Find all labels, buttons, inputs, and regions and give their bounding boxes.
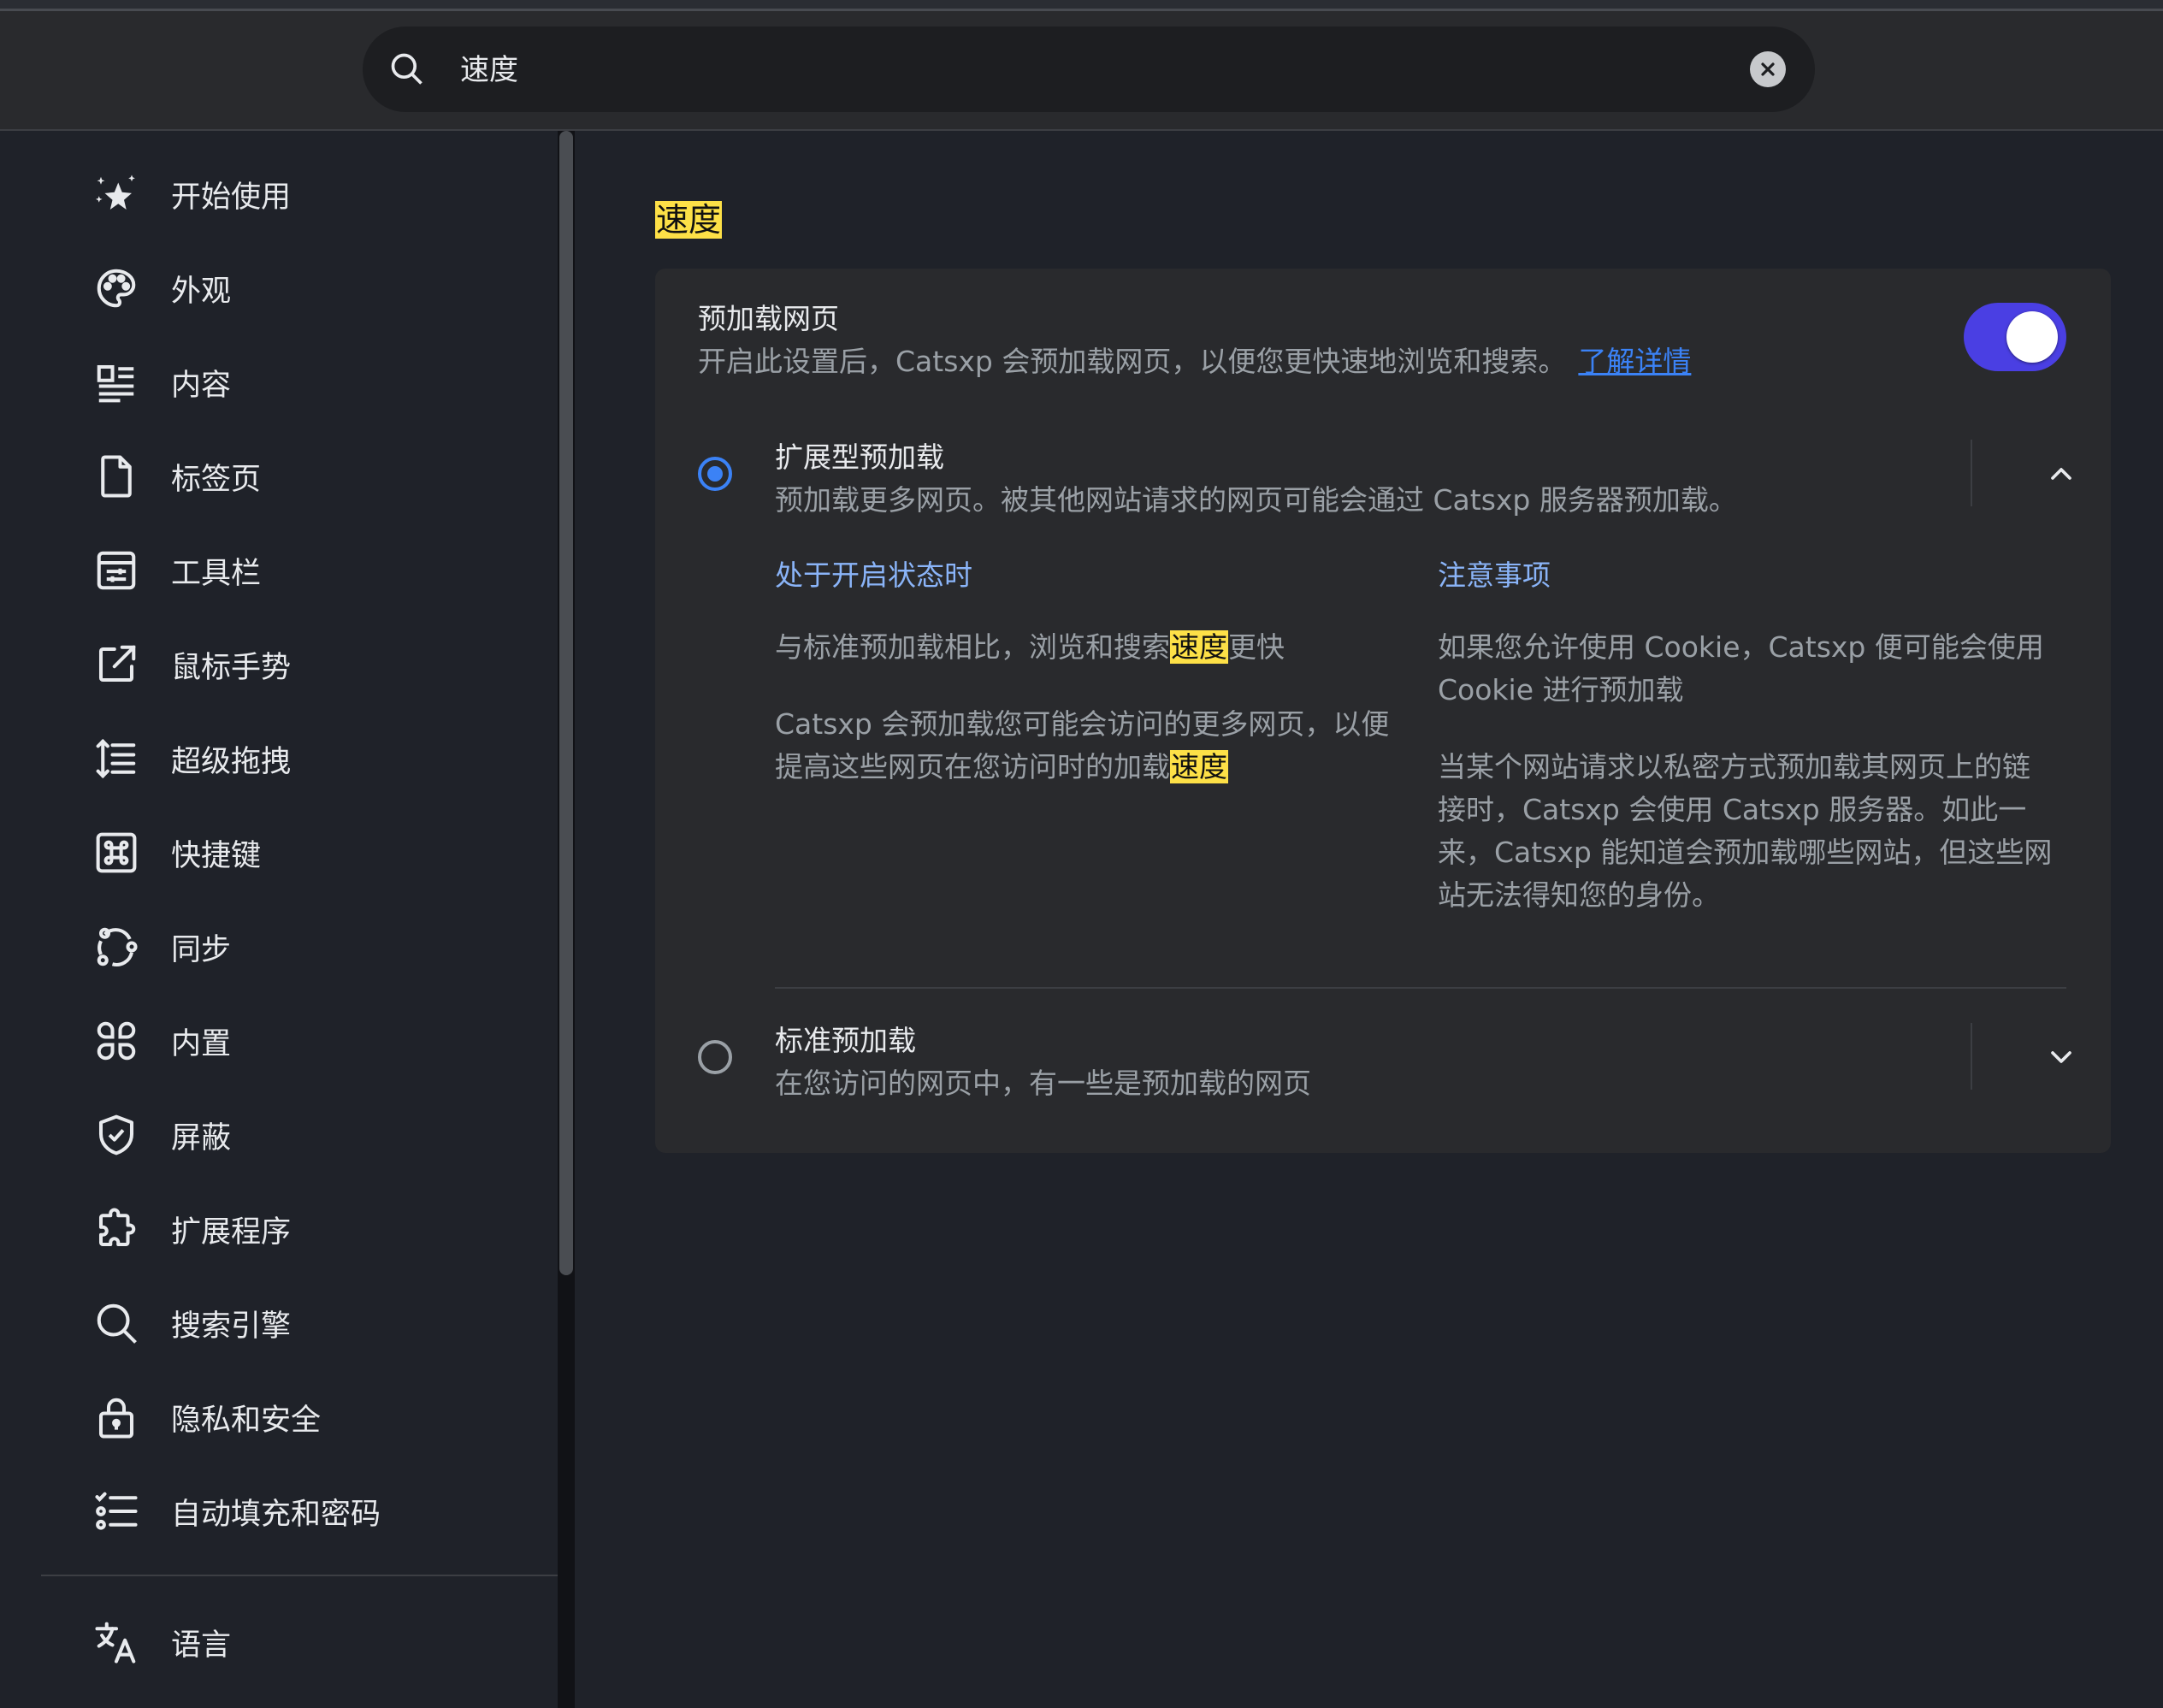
sidebar-item-label: 自动填充和密码	[171, 1497, 381, 1532]
option-divider	[775, 987, 2066, 989]
preload-description-text: 开启此设置后，Catsxp 会预加载网页，以便您更快速地浏览和搜索。	[698, 345, 1567, 378]
extended-preload-description: 预加载更多网页。被其他网站请求的网页可能会通过 Catsxp 服务器预加载。	[775, 483, 1737, 517]
preload-description: 开启此设置后，Catsxp 会预加载网页，以便您更快速地浏览和搜索。 了解详情	[698, 339, 1691, 380]
sidebar-item-mouse-gestures[interactable]: 鼠标手势	[92, 630, 291, 699]
close-icon	[1761, 62, 1775, 76]
sidebar-scrollbar-thumb[interactable]	[559, 131, 573, 1275]
shield-check-icon	[92, 1111, 140, 1159]
puzzle-icon	[92, 1205, 140, 1253]
when-on-point-1: 与标准预加载相比，浏览和搜索速度更快	[775, 626, 1391, 669]
sync-icon	[92, 923, 140, 971]
standard-preload-description: 在您访问的网页中，有一些是预加载的网页	[775, 1067, 1311, 1100]
sidebar-item-autofill[interactable]: 自动填充和密码	[92, 1477, 381, 1545]
sidebar-item-extensions[interactable]: 扩展程序	[92, 1195, 291, 1263]
translate-icon	[92, 1618, 140, 1666]
sidebar-item-label: 屏蔽	[171, 1120, 232, 1155]
search-highlight: 速度	[1170, 630, 1228, 664]
preload-title: 预加载网页	[698, 302, 839, 335]
clear-search-button[interactable]	[1750, 51, 1786, 87]
sidebar-item-label: 搜索引擎	[171, 1309, 292, 1344]
sidebar-divider	[41, 1575, 558, 1576]
sidebar-item-label: 内置	[171, 1026, 232, 1061]
sidebar-item-builtin[interactable]: 内置	[92, 1007, 231, 1075]
when-on-point-1-text: 与标准预加载相比，浏览和搜索	[775, 630, 1170, 664]
chevron-down-icon[interactable]	[2044, 1040, 2078, 1074]
toolbar-icon	[92, 547, 140, 594]
checklist-icon	[92, 1487, 140, 1535]
notes-point-1: 如果您允许使用 Cookie，Catsxp 便可能会使用 Cookie 进行预加…	[1438, 630, 2044, 706]
notes-heading: 注意事项	[1438, 558, 1551, 592]
sidebar-item-label: 隐私和安全	[171, 1403, 322, 1438]
preload-card: 预加载网页 开启此设置后，Catsxp 会预加载网页，以便您更快速地浏览和搜索。…	[655, 269, 2111, 1153]
preload-toggle[interactable]	[1964, 303, 2066, 371]
learn-more-link[interactable]: 了解详情	[1578, 345, 1691, 378]
extended-preload-radio[interactable]	[698, 457, 732, 491]
sidebar-item-super-drag[interactable]: 超级拖拽	[92, 724, 291, 793]
search-bar[interactable]	[363, 27, 1815, 114]
sidebar-item-appearance[interactable]: 外观	[92, 254, 231, 322]
palette-icon	[92, 264, 140, 312]
sidebar-item-label: 工具栏	[171, 556, 262, 591]
when-on-point-2: Catsxp 会预加载您可能会访问的更多网页，以便提高这些网页在您访问时的加载速…	[775, 703, 1391, 789]
sparkle-star-icon	[92, 170, 140, 218]
sidebar-item-label: 扩展程序	[171, 1215, 292, 1250]
section-title: 速度	[655, 193, 723, 240]
sidebar-item-label: 同步	[171, 932, 232, 967]
sidebar-item-tabs[interactable]: 标签页	[92, 442, 261, 511]
sidebar-item-language[interactable]: 语言	[92, 1608, 231, 1676]
sidebar-item-privacy[interactable]: 隐私和安全	[92, 1383, 321, 1451]
option-separator	[1971, 1023, 1972, 1090]
sidebar-item-sync[interactable]: 同步	[92, 913, 231, 981]
toggle-knob	[2006, 311, 2058, 363]
chevron-up-icon[interactable]	[2044, 457, 2078, 491]
page-icon	[92, 452, 140, 500]
sidebar-item-search-engine[interactable]: 搜索引擎	[92, 1289, 291, 1357]
sidebar-item-label: 鼠标手势	[171, 650, 292, 685]
when-on-point-2-text: Catsxp 会预加载您可能会访问的更多网页，以便提高这些网页在您访问时的加载	[775, 707, 1390, 783]
sidebar-item-get-started[interactable]: 开始使用	[92, 160, 291, 228]
search-input[interactable]	[458, 27, 1659, 114]
standard-preload-title: 标准预加载	[775, 1024, 916, 1057]
sidebar-item-label: 语言	[171, 1628, 232, 1663]
sidebar-item-label: 快捷键	[171, 838, 262, 873]
apps-icon	[92, 1017, 140, 1065]
standard-preload-radio[interactable]	[698, 1040, 732, 1074]
notes-point-2: 当某个网站请求以私密方式预加载其网页上的链接时，Catsxp 会使用 Catsx…	[1438, 750, 2053, 912]
sidebar-item-label: 标签页	[171, 462, 262, 497]
when-on-point-1-text-end: 更快	[1228, 630, 1285, 664]
sidebar-item-shortcuts[interactable]: 快捷键	[92, 819, 261, 887]
sidebar-item-blocking[interactable]: 屏蔽	[92, 1101, 231, 1169]
search-highlight: 速度	[1170, 750, 1228, 783]
sidebar-item-label: 开始使用	[171, 180, 292, 215]
external-arrow-icon	[92, 641, 140, 689]
search-icon	[92, 1299, 140, 1347]
settings-sidebar	[0, 131, 564, 1708]
sidebar-item-toolbar[interactable]: 工具栏	[92, 536, 261, 605]
search-highlight: 速度	[655, 201, 723, 239]
window-top-border	[0, 0, 2163, 11]
sidebar-item-label: 超级拖拽	[171, 744, 292, 779]
lock-icon	[92, 1393, 140, 1441]
drag-list-icon	[92, 735, 140, 783]
sidebar-item-content[interactable]: 内容	[92, 348, 231, 417]
sidebar-item-label: 外观	[171, 274, 232, 309]
sidebar-item-label: 内容	[171, 368, 232, 403]
search-icon	[391, 53, 423, 85]
when-on-heading: 处于开启状态时	[775, 558, 972, 592]
settings-header	[0, 11, 2163, 131]
content-list-icon	[92, 358, 140, 406]
option-separator	[1971, 440, 1972, 506]
command-key-icon	[92, 829, 140, 877]
extended-preload-title: 扩展型预加载	[775, 440, 944, 474]
